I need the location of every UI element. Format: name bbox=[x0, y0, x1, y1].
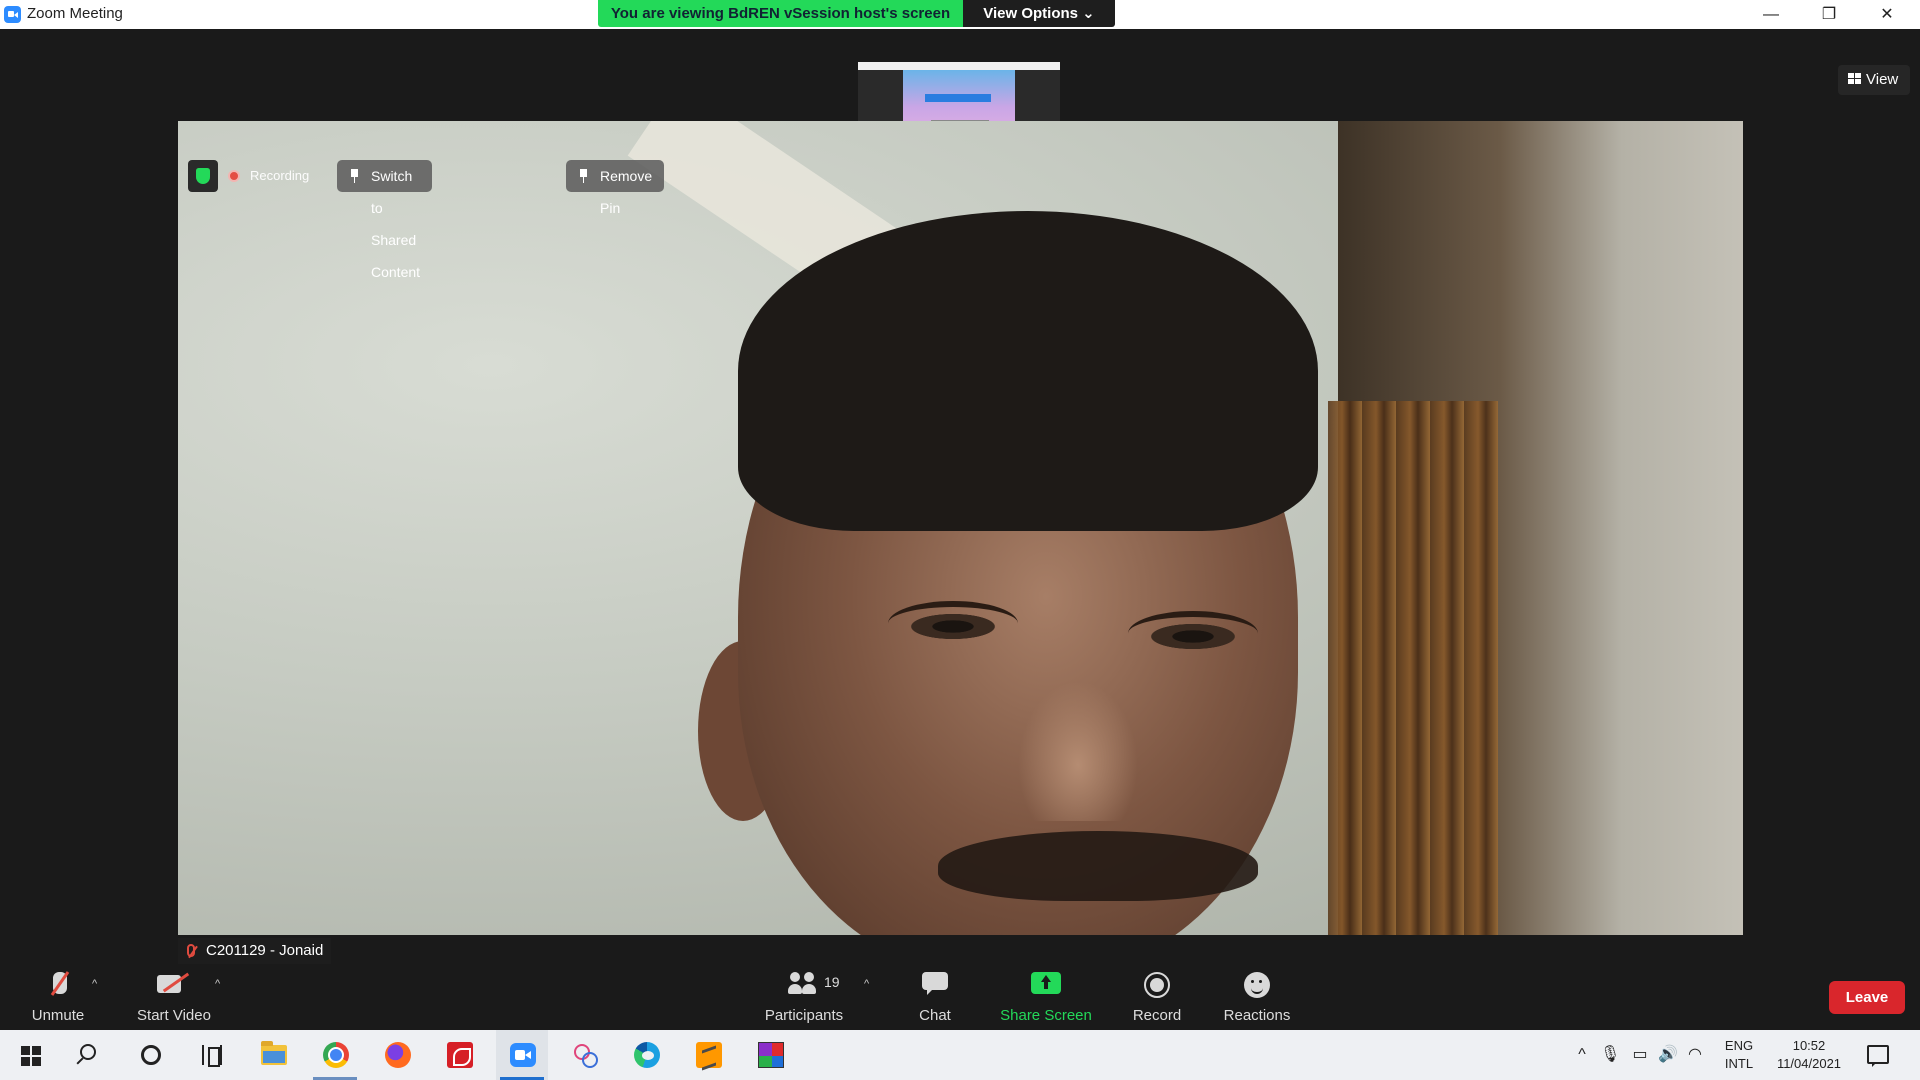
video-person-right-eye bbox=[1128, 611, 1258, 656]
tray-overflow-chevron-icon[interactable]: ^ bbox=[1572, 1045, 1592, 1065]
minimize-button[interactable]: — bbox=[1742, 0, 1800, 29]
close-button[interactable]: ✕ bbox=[1858, 0, 1916, 29]
taskbar-edge[interactable] bbox=[620, 1030, 672, 1080]
leave-button[interactable]: Leave bbox=[1829, 981, 1905, 1014]
muted-mic-icon bbox=[187, 944, 195, 957]
pin-icon bbox=[579, 169, 588, 183]
unmute-button[interactable]: Unmute bbox=[18, 964, 98, 1030]
title-bar: Zoom Meeting You are viewing BdREN vSess… bbox=[0, 0, 1920, 29]
switch-to-shared-content-button[interactable]: Switch to Shared Content bbox=[337, 160, 433, 280]
search-button[interactable] bbox=[63, 1030, 115, 1080]
security-shield-icon[interactable] bbox=[188, 160, 218, 192]
record-icon bbox=[1144, 972, 1170, 998]
reactions-smiley-icon bbox=[1244, 972, 1270, 998]
file-explorer-icon bbox=[261, 1041, 287, 1065]
task-view-icon bbox=[202, 1045, 222, 1067]
chrome-icon bbox=[323, 1042, 349, 1068]
firefox-icon bbox=[385, 1042, 411, 1068]
restore-button[interactable]: ❐ bbox=[1800, 0, 1858, 29]
share-screen-button[interactable]: Share Screen bbox=[996, 964, 1096, 1030]
participants-options-caret[interactable]: ^ bbox=[864, 978, 869, 990]
participants-count: 19 bbox=[824, 974, 840, 990]
sublime-text-icon bbox=[696, 1042, 722, 1068]
view-options-button[interactable]: View Options ⌄ bbox=[963, 0, 1115, 27]
zoom-icon bbox=[510, 1043, 536, 1067]
taskbar-winrar[interactable] bbox=[744, 1030, 796, 1080]
meeting-controls-bar: Unmute ^ Start Video ^ Participants 19 ^… bbox=[0, 964, 1920, 1030]
window-title: Zoom Meeting bbox=[27, 5, 123, 22]
clock-time: 10:52 bbox=[1792, 1038, 1826, 1053]
taskbar-clock[interactable]: 10:52 11/04/2021 bbox=[1764, 1037, 1854, 1073]
participants-label: Participants bbox=[764, 1007, 844, 1024]
grid-view-icon bbox=[1848, 73, 1861, 84]
taskbar-zoom[interactable] bbox=[496, 1030, 548, 1080]
participant-name: C201129 - Jonaid bbox=[206, 942, 324, 959]
taskbar-firefox[interactable] bbox=[371, 1030, 423, 1080]
video-background-curtain bbox=[1328, 401, 1498, 935]
clock-date: 11/04/2021 bbox=[1776, 1056, 1842, 1071]
view-button-label: View bbox=[1866, 71, 1899, 88]
windows-start-icon bbox=[21, 1046, 41, 1066]
view-button[interactable]: View bbox=[1838, 65, 1910, 95]
chat-icon bbox=[922, 972, 948, 996]
microphone-muted-icon bbox=[50, 972, 67, 998]
participants-icon bbox=[788, 972, 820, 994]
taskbar-sublime[interactable] bbox=[682, 1030, 734, 1080]
zoom-app-icon bbox=[4, 6, 21, 23]
video-person-left-eye bbox=[888, 601, 1018, 646]
share-screen-label: Share Screen bbox=[1000, 1007, 1092, 1024]
keyboard-layout: INTL bbox=[1724, 1056, 1754, 1071]
cortana-icon bbox=[141, 1045, 161, 1065]
taskbar-chrome[interactable] bbox=[309, 1030, 361, 1080]
reactions-button[interactable]: Reactions bbox=[1218, 964, 1296, 1030]
taskbar-snip-sketch[interactable] bbox=[558, 1030, 610, 1080]
snip-sketch-icon bbox=[572, 1042, 598, 1068]
recording-indicator: Recording bbox=[226, 160, 326, 192]
acrobat-icon bbox=[447, 1042, 473, 1068]
taskbar-file-explorer[interactable] bbox=[247, 1030, 299, 1080]
start-video-label: Start Video bbox=[137, 1007, 211, 1024]
participant-name-tag: C201129 - Jonaid bbox=[178, 938, 332, 964]
viewing-screen-banner: You are viewing BdREN vSession host's sc… bbox=[598, 0, 963, 27]
tray-volume-icon[interactable]: 🔊 bbox=[1658, 1045, 1678, 1065]
edge-icon bbox=[634, 1042, 660, 1068]
windows-taskbar: ^ 🎙 ▭ 🔊 ◠ ENG INTL 10:52 11/04/2021 bbox=[0, 1030, 1920, 1080]
thumbnail-slide-title-bar bbox=[925, 94, 991, 102]
video-person-hair bbox=[738, 211, 1318, 531]
unmute-label: Unmute bbox=[31, 1007, 85, 1024]
start-video-button[interactable]: Start Video bbox=[128, 964, 220, 1030]
winrar-icon bbox=[758, 1042, 784, 1068]
thumbnail-browser-bar bbox=[858, 62, 1060, 70]
tray-battery-icon[interactable]: ▭ bbox=[1630, 1045, 1650, 1065]
record-button[interactable]: Record bbox=[1122, 964, 1192, 1030]
taskbar-acrobat[interactable] bbox=[433, 1030, 485, 1080]
cortana-button[interactable] bbox=[124, 1030, 176, 1080]
remove-pin-button[interactable]: Remove Pin bbox=[566, 160, 665, 216]
notification-center-icon[interactable] bbox=[1867, 1045, 1889, 1067]
video-person-mustache bbox=[938, 831, 1258, 901]
chat-label: Chat bbox=[919, 1007, 951, 1024]
chat-button[interactable]: Chat bbox=[900, 964, 970, 1030]
recording-dot-icon bbox=[228, 170, 240, 182]
video-options-caret[interactable]: ^ bbox=[215, 978, 220, 990]
pin-icon bbox=[350, 169, 359, 183]
switch-to-shared-content-label: Switch to Shared Content bbox=[371, 168, 421, 280]
audio-options-caret[interactable]: ^ bbox=[92, 978, 97, 990]
tray-microphone-icon[interactable]: 🎙 bbox=[1600, 1045, 1620, 1065]
tray-wifi-icon[interactable]: ◠ bbox=[1685, 1045, 1705, 1065]
search-icon bbox=[80, 1044, 96, 1060]
video-off-icon bbox=[157, 972, 191, 996]
start-button[interactable] bbox=[3, 1030, 55, 1080]
reactions-label: Reactions bbox=[1223, 1007, 1291, 1024]
input-language-indicator[interactable]: ENG INTL bbox=[1714, 1037, 1764, 1073]
record-label: Record bbox=[1132, 1007, 1182, 1024]
language-code: ENG bbox=[1724, 1038, 1754, 1053]
recording-label: Recording bbox=[250, 168, 310, 183]
system-tray: ^ 🎙 ▭ 🔊 ◠ bbox=[1560, 1030, 1720, 1080]
task-view-button[interactable] bbox=[185, 1030, 237, 1080]
video-person-nose bbox=[1018, 681, 1138, 821]
share-screen-icon bbox=[1031, 972, 1061, 994]
